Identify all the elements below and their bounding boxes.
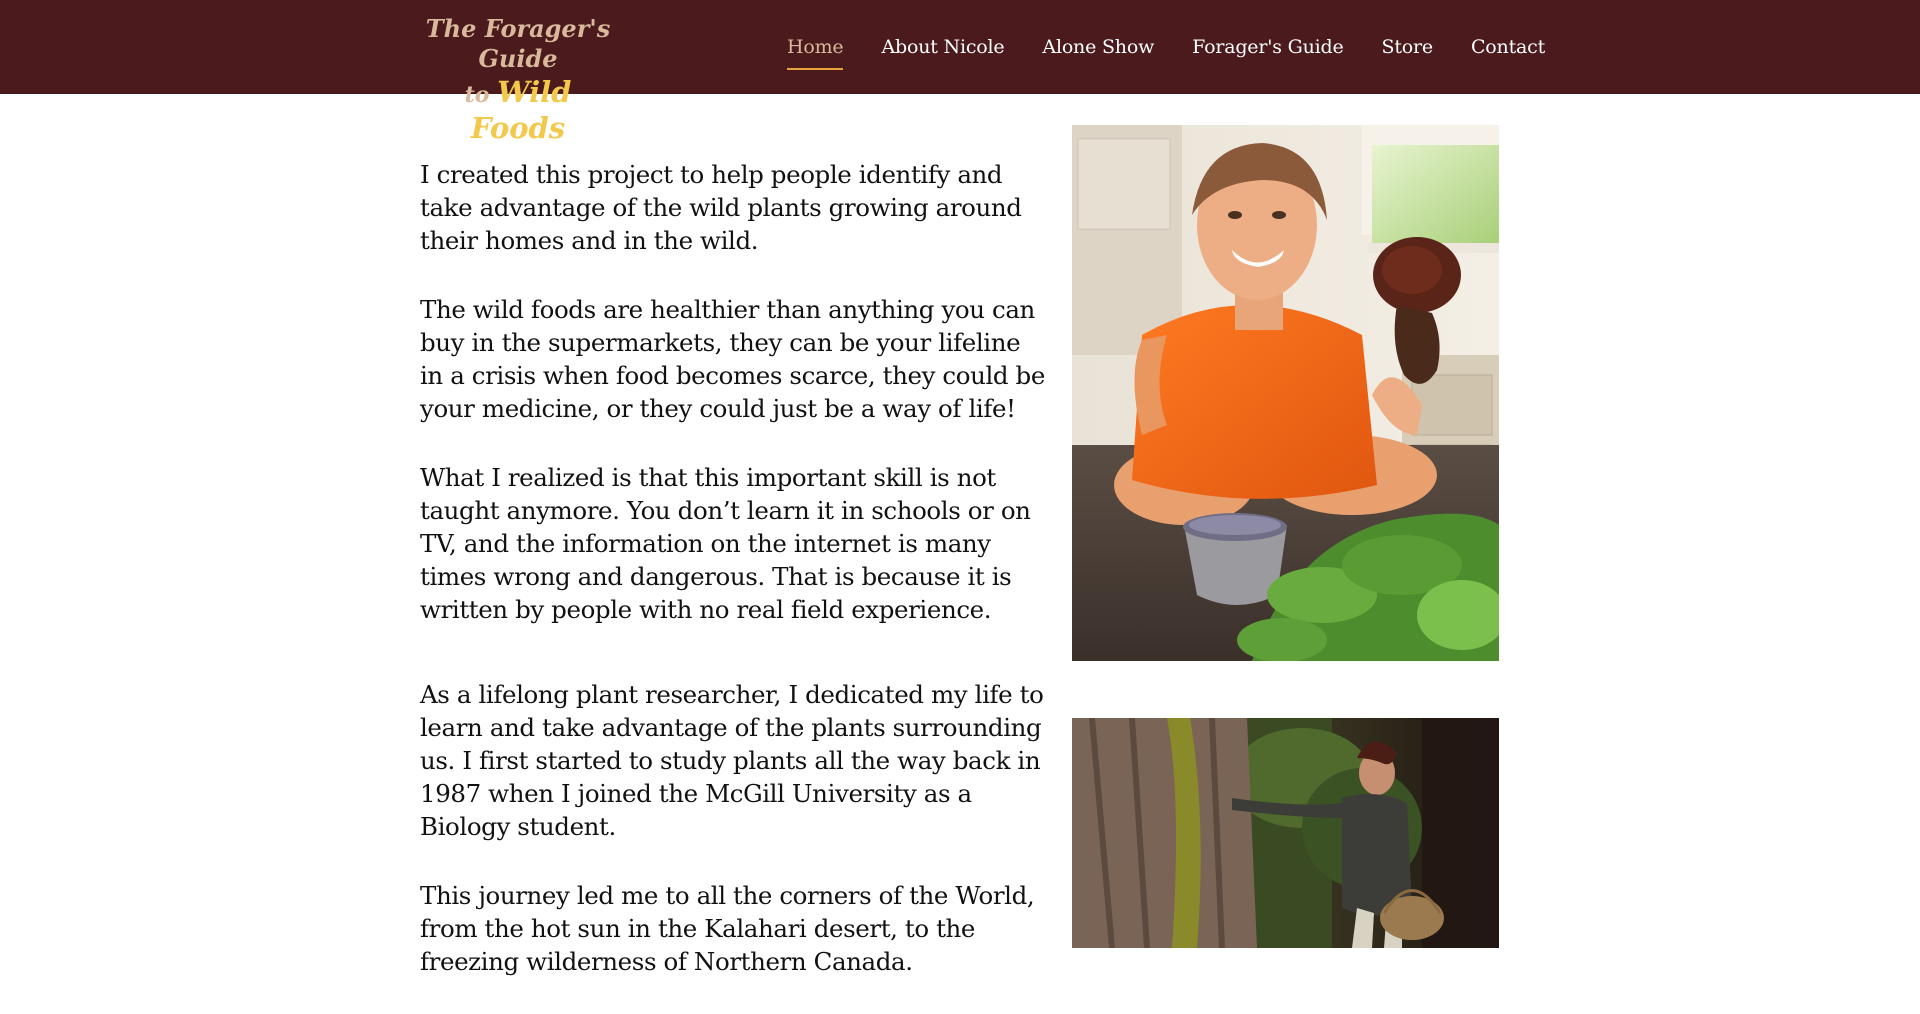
logo-line-1: The Forager's Guide: [425, 14, 611, 73]
kitchen-portrait-photo: [1072, 125, 1499, 661]
forest-photo: [1072, 718, 1499, 948]
nav-home[interactable]: Home: [787, 36, 844, 70]
nav-contact[interactable]: Contact: [1471, 36, 1545, 70]
intro-paragraph-1: I created this project to help people id…: [420, 160, 1022, 255]
logo-line-2: to Wild Foods: [418, 74, 618, 147]
intro-text: I created this project to help people id…: [420, 158, 1045, 1014]
main-nav: Home About Nicole Alone Show Forager's G…: [787, 36, 1545, 70]
intro-paragraph-3: What I realized is that this important s…: [420, 463, 1031, 624]
site-logo[interactable]: The Forager's Guide to Wild Foods: [418, 14, 618, 147]
intro-paragraph-4: As a lifelong plant researcher, I dedica…: [420, 680, 1044, 841]
intro-paragraph-5: This journey led me to all the corners o…: [420, 881, 1035, 976]
logo-prefix: to: [464, 82, 498, 108]
nav-about-nicole[interactable]: About Nicole: [881, 36, 1004, 70]
nav-foragers-guide[interactable]: Forager's Guide: [1192, 36, 1344, 70]
site-header: The Forager's Guide to Wild Foods Home A…: [0, 0, 1920, 145]
nav-alone-show[interactable]: Alone Show: [1042, 36, 1154, 70]
nav-store[interactable]: Store: [1382, 36, 1434, 70]
intro-paragraph-2: The wild foods are healthier than anythi…: [420, 295, 1045, 423]
